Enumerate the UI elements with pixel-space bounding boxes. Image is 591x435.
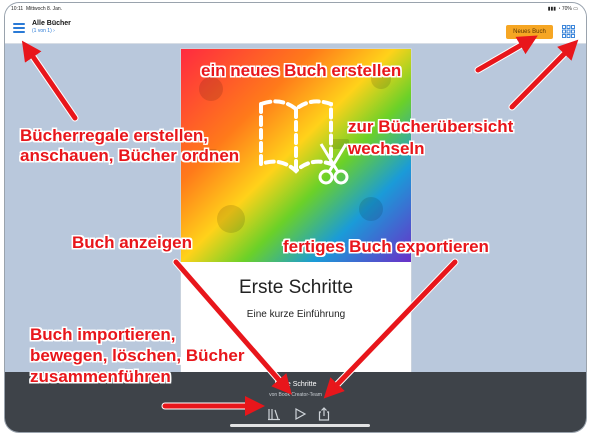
annotation-import-1: Buch importieren, — [30, 325, 176, 344]
arrow-to-grid — [509, 39, 579, 110]
annotation-shelves-2: anschauen, Bücher ordnen — [20, 146, 240, 165]
arrow-to-play — [173, 259, 292, 395]
annotation-new-book: ein neues Buch erstellen — [201, 61, 402, 80]
arrow-to-menu — [21, 40, 78, 121]
arrow-to-new-book — [475, 35, 538, 73]
annotation-import-2: bewegen, löschen, Bücher — [30, 346, 245, 365]
annotation-shelves-1: Bücherregale erstellen, — [20, 126, 209, 145]
annotation-export: fertiges Buch exportieren — [283, 237, 489, 256]
arrow-to-share — [323, 259, 458, 399]
annotation-show-book: Buch anzeigen — [72, 233, 192, 252]
annotation-overview-2: wechseln — [348, 139, 425, 158]
annotation-overview-1: zur Bücherübersicht — [348, 117, 514, 136]
annotation-import-3: zusammenführen — [30, 367, 171, 386]
